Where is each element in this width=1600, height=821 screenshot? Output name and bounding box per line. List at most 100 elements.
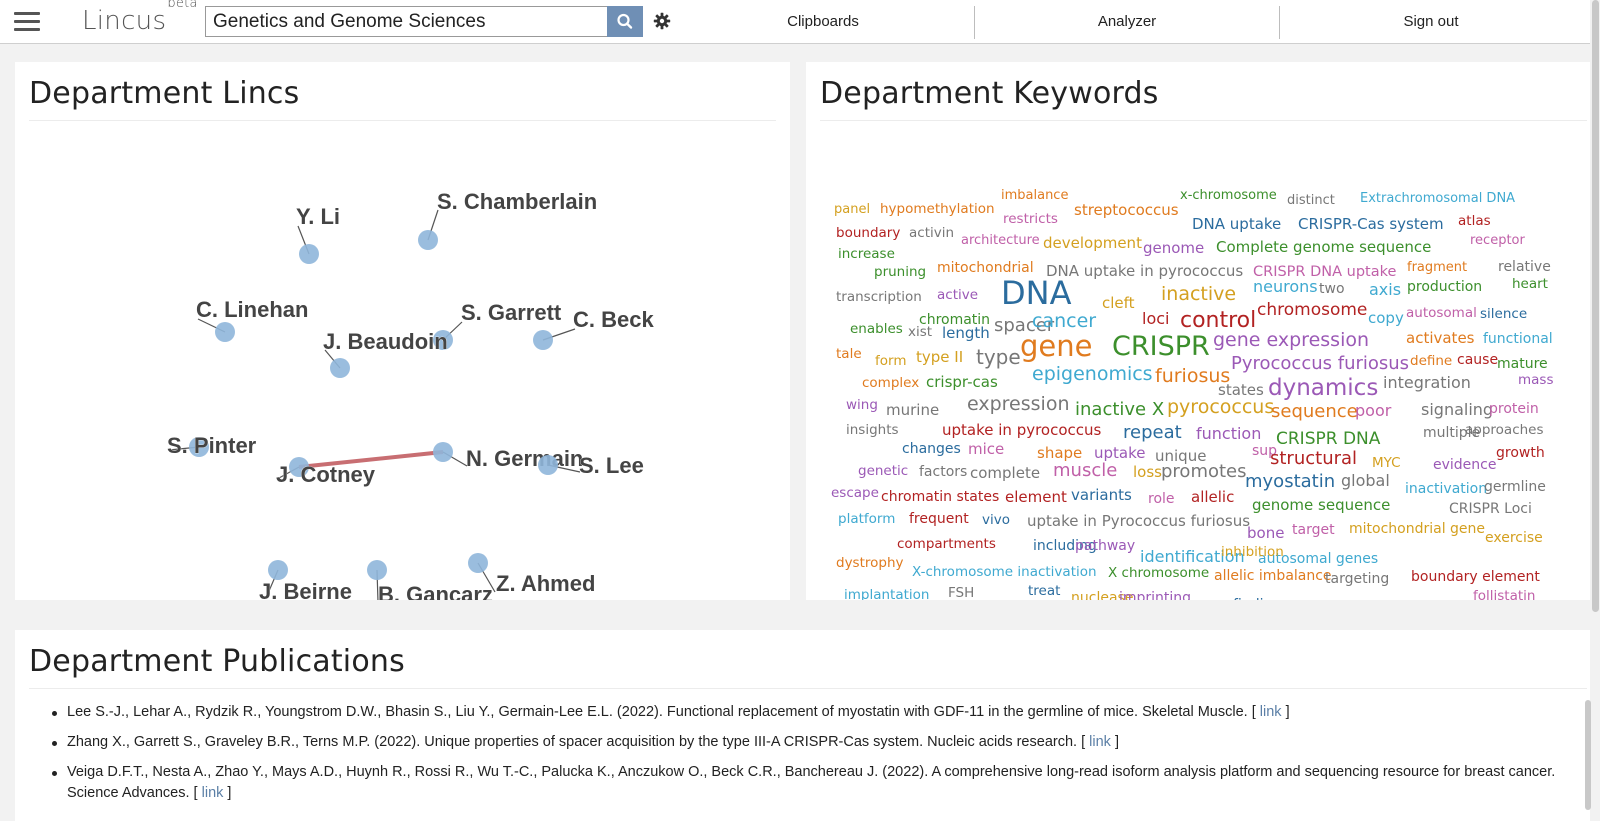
keyword-item[interactable]: cleft xyxy=(1102,296,1135,311)
keyword-item[interactable]: genome sequence xyxy=(1252,498,1390,513)
keyword-item[interactable]: copy xyxy=(1368,311,1404,326)
person-node-label[interactable]: C. Linehan xyxy=(196,297,309,323)
person-node[interactable] xyxy=(433,442,453,462)
person-node[interactable] xyxy=(268,560,288,580)
keyword-item[interactable]: Complete genome sequence xyxy=(1216,240,1431,255)
keyword-item[interactable]: allelic imbalance xyxy=(1214,569,1332,583)
keyword-item[interactable]: CRISPR-Cas system xyxy=(1298,217,1444,232)
keyword-item[interactable]: genome xyxy=(1143,241,1204,256)
keyword-item[interactable]: evidence xyxy=(1433,458,1496,472)
keyword-item[interactable]: neurons xyxy=(1253,279,1318,295)
keyword-item[interactable]: architecture xyxy=(961,234,1040,247)
keyword-item[interactable]: dystrophy xyxy=(836,556,904,571)
nav-clipboards[interactable]: Clipboards xyxy=(712,0,934,44)
keyword-item[interactable]: production xyxy=(1407,280,1482,294)
keyword-item[interactable]: chromosome xyxy=(1257,302,1367,319)
keyword-item[interactable]: relative xyxy=(1498,260,1551,274)
keyword-item[interactable]: structural xyxy=(1270,450,1357,468)
keyword-item[interactable]: germline xyxy=(1484,480,1546,494)
keyword-item[interactable]: inactivation xyxy=(1405,482,1487,496)
keyword-item[interactable]: pruning xyxy=(874,265,926,280)
keyword-item[interactable]: changes xyxy=(902,442,961,456)
keyword-item[interactable]: vivo xyxy=(982,513,1010,528)
person-node-label[interactable]: J. Beaudoin xyxy=(323,329,448,355)
keyword-item[interactable]: treat xyxy=(1028,584,1060,599)
keyword-item[interactable]: active xyxy=(937,288,978,303)
keyword-item[interactable]: FSH xyxy=(948,586,974,600)
keyword-item[interactable]: length xyxy=(942,326,990,341)
keyword-item[interactable]: genetic xyxy=(858,464,908,479)
keyword-item[interactable]: receptor xyxy=(1470,234,1525,247)
person-node-label[interactable]: J. Beirne xyxy=(259,579,353,600)
keyword-item[interactable]: cause xyxy=(1457,353,1498,367)
keyword-item[interactable]: target xyxy=(1292,523,1335,537)
keyword-item[interactable]: uptake xyxy=(1094,446,1145,461)
keyword-item[interactable]: DNA uptake xyxy=(1192,217,1281,232)
keyword-item[interactable]: function xyxy=(1196,426,1261,442)
keyword-item[interactable]: axis xyxy=(1369,282,1401,298)
keyword-item[interactable]: promotes xyxy=(1161,463,1247,481)
keyword-item[interactable]: activin xyxy=(909,226,954,241)
keyword-item[interactable]: atlas xyxy=(1458,214,1491,229)
keyword-item[interactable]: exercise xyxy=(1485,531,1543,545)
keyword-item[interactable]: silence xyxy=(1480,307,1527,322)
keyword-item[interactable]: X chromosome xyxy=(1108,566,1209,581)
keyword-item[interactable]: dynamics xyxy=(1268,377,1378,400)
keyword-item[interactable]: CRISPR xyxy=(1112,333,1210,360)
keyword-item[interactable]: frequent xyxy=(909,512,969,526)
keyword-item[interactable]: CRISPR Loci xyxy=(1449,502,1532,516)
person-node[interactable] xyxy=(215,322,235,342)
keyword-item[interactable]: wing xyxy=(846,398,878,413)
keyword-item[interactable]: two xyxy=(1319,282,1345,296)
keyword-item[interactable]: mice xyxy=(968,442,1004,457)
keyword-item[interactable]: loci xyxy=(1142,311,1169,327)
keyword-item[interactable]: insights xyxy=(846,423,899,438)
keyword-item[interactable]: hypomethylation xyxy=(880,202,995,217)
keyword-item[interactable]: MYC xyxy=(1372,456,1401,471)
keyword-item[interactable]: targeting xyxy=(1325,572,1389,586)
keyword-item[interactable]: restricts xyxy=(1003,212,1058,227)
person-node[interactable] xyxy=(330,358,350,378)
gear-icon[interactable] xyxy=(652,11,672,31)
keyword-item[interactable]: allelic xyxy=(1191,490,1234,505)
keyword-item[interactable]: sequence xyxy=(1271,403,1358,421)
nav-sign-out[interactable]: Sign out xyxy=(1320,0,1542,44)
keyword-item[interactable]: escape xyxy=(831,486,879,501)
keyword-item[interactable]: pathway xyxy=(1075,539,1135,553)
keyword-item[interactable]: follistatin xyxy=(1473,589,1535,600)
keyword-item[interactable]: imbalance xyxy=(1001,189,1068,202)
keyword-item[interactable]: enables xyxy=(850,322,903,337)
keyword-item[interactable]: X-chromosome inactivation xyxy=(912,565,1097,580)
hamburger-menu-icon[interactable] xyxy=(14,12,40,32)
keyword-item[interactable]: imprinting xyxy=(1119,591,1191,600)
keyword-item[interactable]: define xyxy=(1410,354,1452,369)
keyword-item[interactable]: distinct xyxy=(1287,194,1335,207)
person-node-label[interactable]: Y. Li xyxy=(296,204,341,230)
person-node[interactable] xyxy=(468,553,488,573)
keyword-item[interactable]: implantation xyxy=(844,588,929,600)
keyword-item[interactable]: fragment xyxy=(1407,261,1467,274)
keyword-item[interactable]: gene expression xyxy=(1213,331,1369,350)
keyword-item[interactable]: chromatin states xyxy=(881,490,999,504)
person-node-label[interactable]: N. Germain xyxy=(466,446,584,472)
keyword-item[interactable]: Extrachromosomal DNA xyxy=(1360,192,1515,205)
keyword-item[interactable]: growth xyxy=(1496,446,1545,460)
keyword-item[interactable]: uptake in pyrococcus xyxy=(942,423,1101,438)
keyword-item[interactable]: element xyxy=(1005,490,1067,505)
keyword-item[interactable]: mass xyxy=(1518,373,1554,388)
keyword-item[interactable]: global xyxy=(1341,473,1390,489)
keyword-item[interactable]: DNA xyxy=(1001,277,1071,309)
keyword-item[interactable]: shape xyxy=(1037,446,1082,461)
search-input[interactable] xyxy=(205,6,607,37)
keyword-item[interactable]: complex xyxy=(862,376,919,391)
keyword-item[interactable]: activates xyxy=(1406,331,1474,346)
person-node-label[interactable]: S. Garrett xyxy=(461,300,563,326)
keyword-item[interactable]: pyrococcus xyxy=(1167,398,1274,417)
keyword-item[interactable]: Pyrococcus furiosus xyxy=(1231,355,1409,373)
keyword-item[interactable]: DNA uptake in pyrococcus xyxy=(1046,264,1243,279)
keyword-item[interactable]: mature xyxy=(1497,357,1548,371)
keyword-item[interactable]: boundary element xyxy=(1411,570,1540,584)
keyword-item[interactable]: streptococcus xyxy=(1074,203,1179,218)
person-node-label[interactable]: S. Pinter xyxy=(167,433,257,459)
person-node-label[interactable]: S. Chamberlain xyxy=(437,189,598,215)
